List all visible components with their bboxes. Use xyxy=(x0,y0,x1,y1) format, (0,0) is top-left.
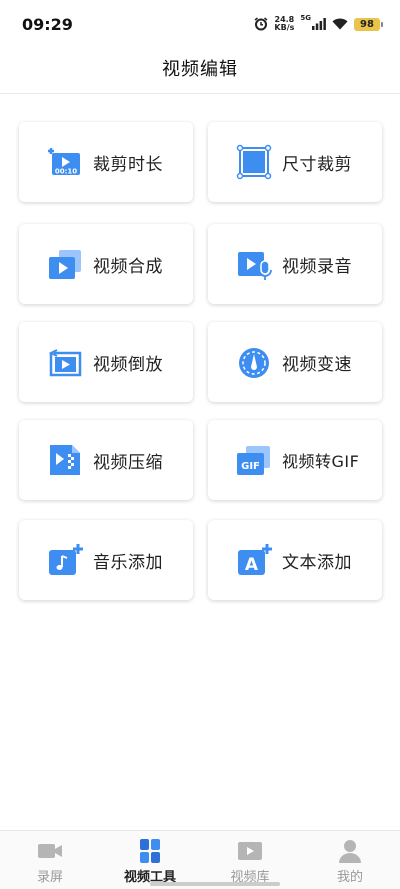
nav-item-profile[interactable]: 我的 xyxy=(300,831,400,889)
video-compress-icon xyxy=(50,445,80,475)
tool-label: 裁剪时长 xyxy=(93,154,163,175)
alarm-icon xyxy=(254,17,268,31)
trim-badge-text: 00:10 xyxy=(55,168,77,176)
gif-badge-text: GIF xyxy=(241,461,260,472)
nav-label: 我的 xyxy=(336,870,363,885)
nav-item-video-tools[interactable]: 视频工具 xyxy=(100,831,200,889)
tool-label: 视频录音 xyxy=(282,256,352,277)
page-title: 视频编辑 xyxy=(162,59,238,80)
home-indicator xyxy=(150,882,280,886)
nav-item-video-library[interactable]: 视频库 xyxy=(200,831,300,889)
battery-indicator: 98 xyxy=(354,17,383,31)
profile-icon xyxy=(339,840,361,863)
tool-card-video-merge[interactable]: 视频合成 xyxy=(19,224,193,304)
tool-label: 视频倒放 xyxy=(93,354,163,375)
tool-card-crop-size[interactable]: 尺寸裁剪 xyxy=(208,122,382,202)
tool-label: 视频变速 xyxy=(282,354,352,375)
add-music-icon xyxy=(49,544,83,575)
tool-label: 音乐添加 xyxy=(93,552,163,573)
status-icons: 24.8 KB/s 5G 98 xyxy=(254,14,383,34)
tool-card-trim-duration[interactable]: 00:10 裁剪时长 xyxy=(19,122,193,202)
crop-size-icon xyxy=(236,144,272,180)
video-to-gif-icon: GIF xyxy=(237,446,270,475)
text-badge-letter: A xyxy=(245,555,259,575)
trim-duration-icon: 00:10 xyxy=(48,148,80,176)
tool-label: 视频压缩 xyxy=(93,452,163,473)
screen-record-icon xyxy=(38,844,62,858)
video-reverse-icon xyxy=(48,349,82,377)
tool-card-video-speed[interactable]: 视频变速 xyxy=(208,322,382,402)
video-speed-icon xyxy=(239,348,269,378)
tool-label: 尺寸裁剪 xyxy=(282,154,352,175)
wifi-icon xyxy=(332,18,348,30)
nav-item-screen-record[interactable]: 录屏 xyxy=(0,831,100,889)
status-bar: 09:29 24.8 KB/s 5G 98 xyxy=(0,0,400,48)
tool-label: 文本添加 xyxy=(282,552,352,573)
tool-card-add-text[interactable]: A 文本添加 xyxy=(208,520,382,600)
network-speed: 24.8 KB/s xyxy=(274,16,294,32)
cell-signal-icon xyxy=(312,18,326,30)
video-library-icon xyxy=(238,842,262,860)
add-text-icon: A xyxy=(238,544,272,575)
status-time: 09:29 xyxy=(22,15,73,34)
video-record-audio-icon xyxy=(238,252,272,280)
tool-card-video-reverse[interactable]: 视频倒放 xyxy=(19,322,193,402)
tool-label: 视频合成 xyxy=(93,256,163,277)
tool-card-video-compress[interactable]: 视频压缩 xyxy=(19,420,193,500)
network-speed-unit: KB/s xyxy=(274,23,295,32)
tool-card-add-music[interactable]: 音乐添加 xyxy=(19,520,193,600)
video-merge-icon xyxy=(49,250,81,279)
header: 视频编辑 xyxy=(0,48,400,94)
network-type: 5G xyxy=(300,14,311,22)
tool-card-video-to-gif[interactable]: GIF 视频转GIF xyxy=(208,420,382,500)
nav-label: 录屏 xyxy=(36,870,63,885)
tool-card-video-record-audio[interactable]: 视频录音 xyxy=(208,224,382,304)
video-tools-icon xyxy=(140,839,160,863)
bottom-nav: 录屏 视频工具 视频库 我的 xyxy=(0,830,400,889)
tool-label: 视频转GIF xyxy=(282,452,360,471)
